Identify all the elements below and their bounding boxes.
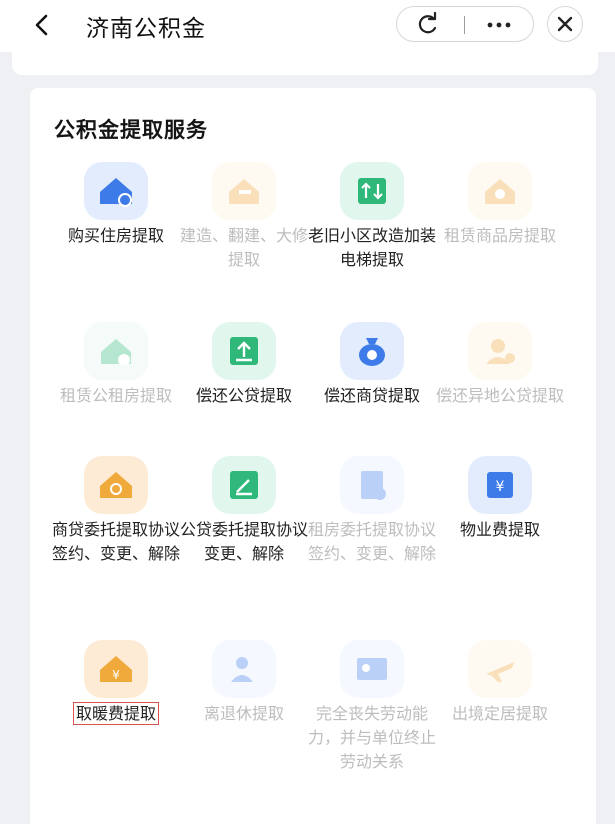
more-button[interactable] (479, 11, 519, 39)
highlight-box: 取暖费提取 (72, 702, 159, 725)
id-card-icon (340, 640, 404, 698)
edit-doc-icon (212, 456, 276, 514)
elevator-icon (340, 162, 404, 220)
withdrawal-services-card: 公积金提取服务 购买住房提取 建造、翻建、大修提取 老旧小区改造加装电梯提取 租… (30, 88, 596, 824)
page-title: 济南公积金 (86, 16, 206, 42)
refresh-button[interactable] (413, 11, 443, 39)
rent-doc-icon (340, 456, 404, 514)
public-housing-icon (84, 322, 148, 380)
svg-text:¥: ¥ (496, 479, 505, 495)
house-hammer-icon (212, 162, 276, 220)
back-button[interactable] (30, 10, 54, 40)
house-coin-icon (84, 162, 148, 220)
property-fee-icon: ¥ (468, 456, 532, 514)
capsule-divider (464, 16, 465, 34)
close-button[interactable] (547, 6, 583, 42)
svg-text:¥: ¥ (112, 668, 120, 682)
chevron-left-icon (35, 14, 48, 36)
house-cycle-icon (84, 456, 148, 514)
more-dots-icon (487, 22, 511, 28)
retire-icon (212, 640, 276, 698)
heating-fee-icon: ¥ (84, 640, 148, 698)
mini-program-capsule (396, 6, 534, 42)
person-coin-icon (468, 322, 532, 380)
header-bar: 济南公积金 (0, 0, 615, 52)
rent-house-icon (468, 162, 532, 220)
airplane-icon (468, 640, 532, 698)
section-title: 公积金提取服务 (54, 118, 208, 142)
upload-repay-icon (212, 322, 276, 380)
refresh-icon (418, 11, 437, 34)
previous-card (12, 52, 598, 75)
money-bag-icon (340, 322, 404, 380)
close-icon (557, 16, 573, 32)
